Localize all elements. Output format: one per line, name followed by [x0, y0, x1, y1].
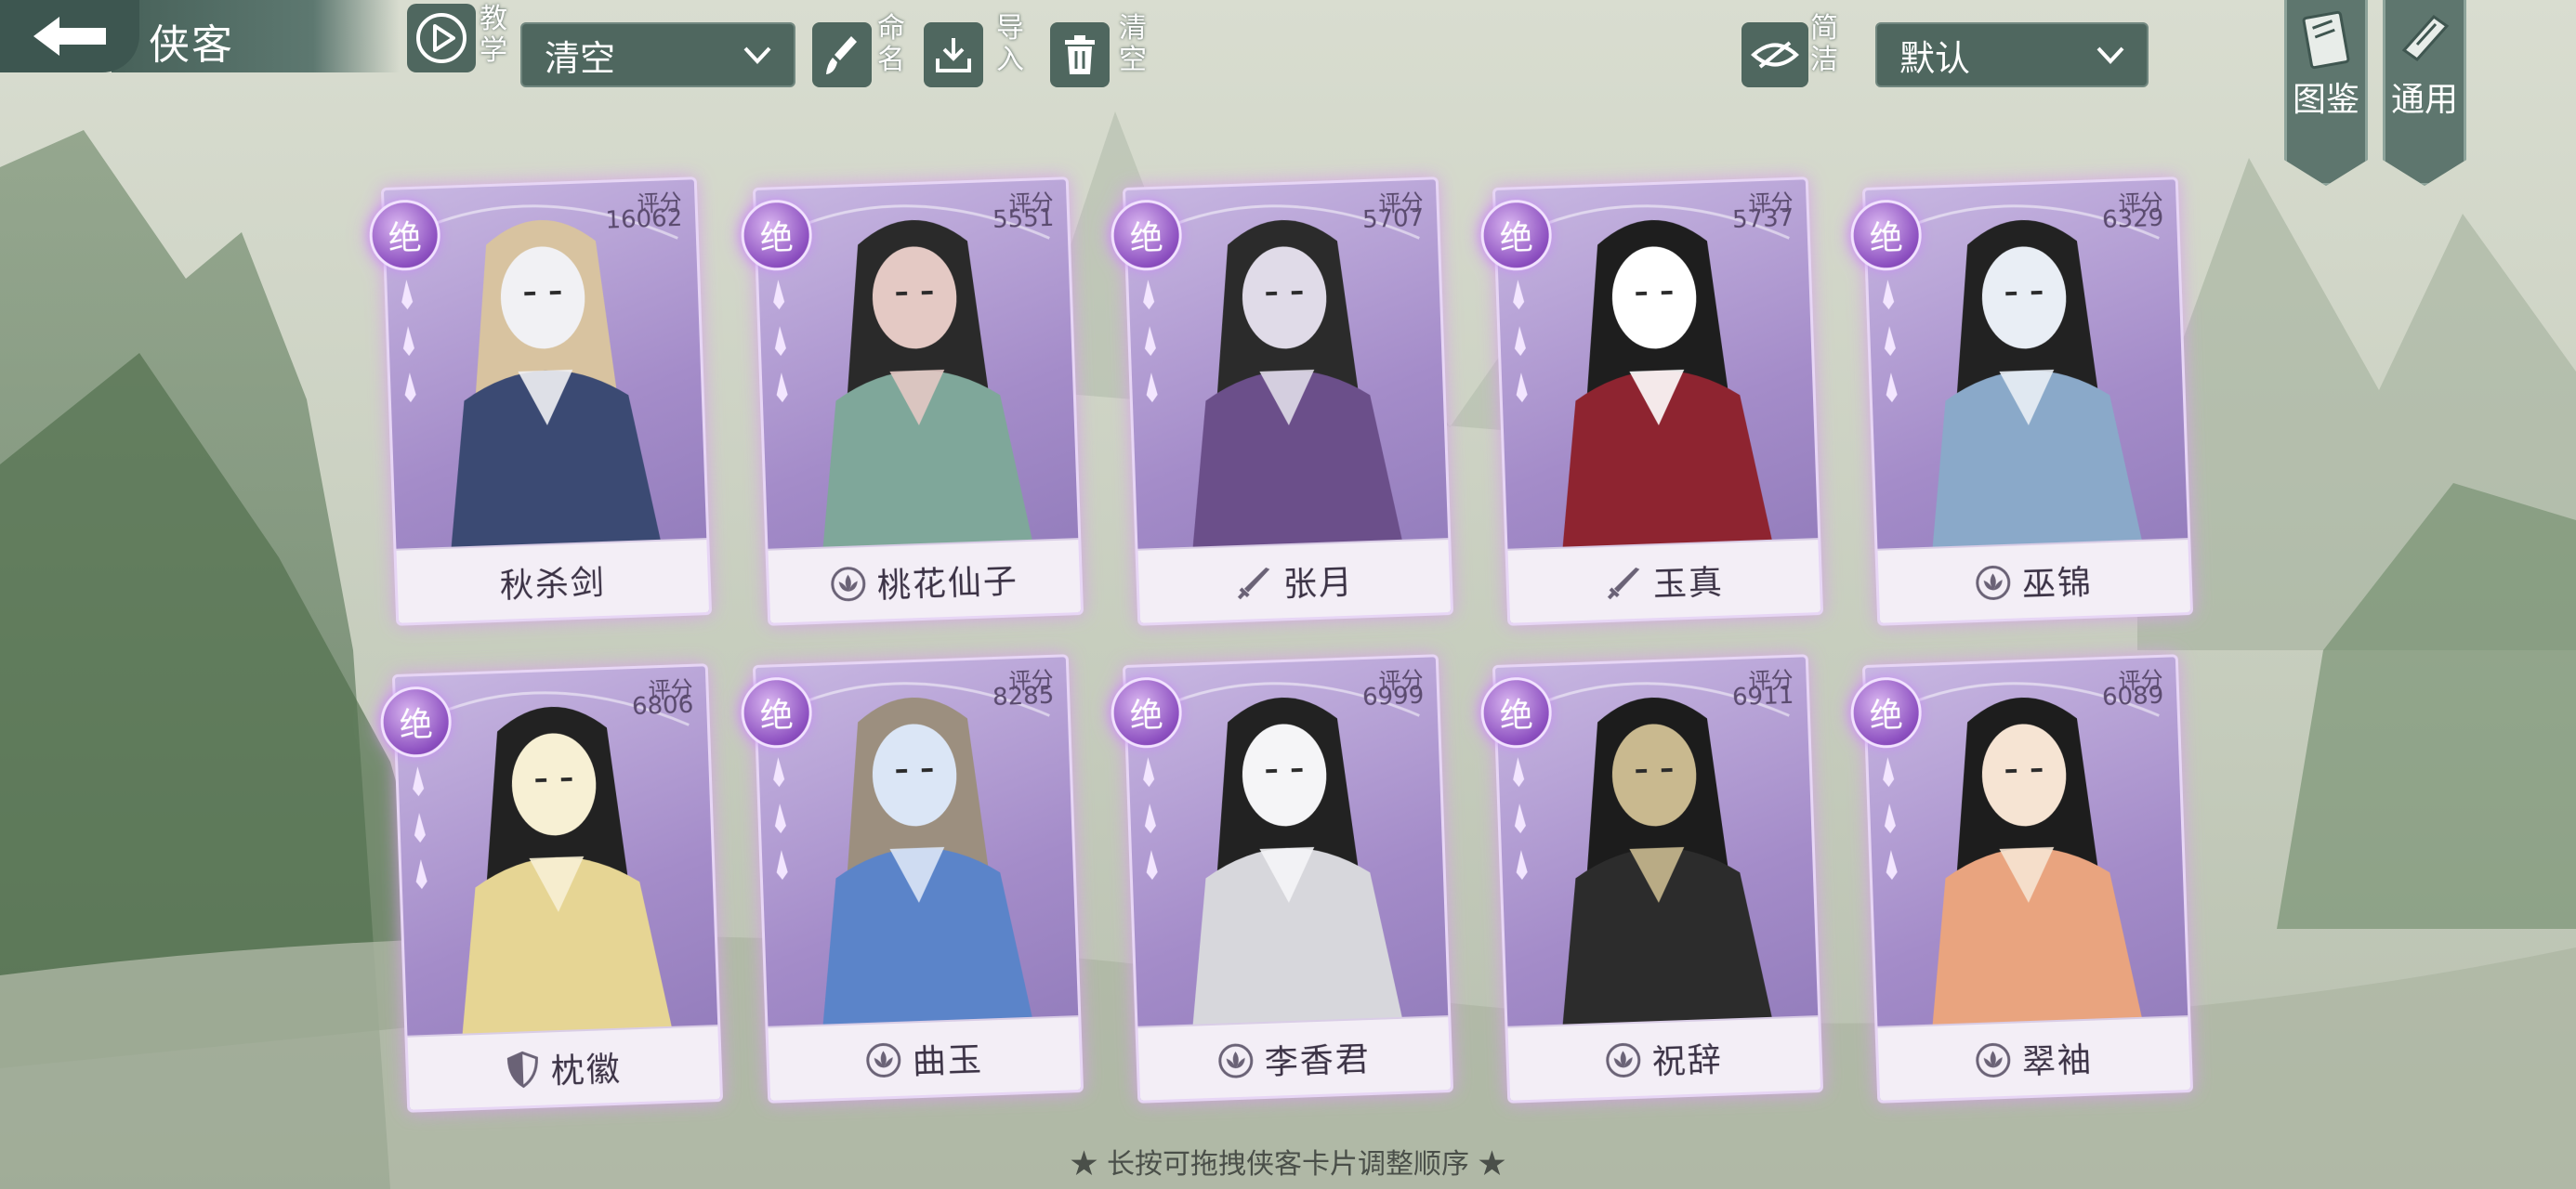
hero-card[interactable]: 祝辞 评分 6911 绝: [1479, 654, 1824, 1104]
back-button[interactable]: [0, 0, 139, 72]
hero-score: 6089: [2101, 681, 2164, 712]
hero-name: 李香君: [1264, 1040, 1372, 1082]
star-icon: [1883, 280, 1898, 403]
hero-card[interactable]: 桃花仙子 评分 5551 绝: [740, 176, 1084, 626]
lotus-icon: [1975, 1042, 2011, 1078]
card-name-bar: 玉真: [1507, 538, 1821, 623]
book-icon: [2302, 10, 2350, 70]
codex-button[interactable]: 图鉴: [2284, 0, 2368, 186]
import-label: 导入: [996, 12, 1024, 76]
preset-select-value: 清空: [545, 37, 616, 79]
page-title: 侠客: [149, 21, 234, 69]
chevron-down-icon: [2096, 46, 2124, 64]
hero-score: 16062: [605, 203, 683, 235]
hero-card[interactable]: 枕徽 评分 6806 绝: [379, 663, 724, 1113]
card-name-bar: 曲玉: [768, 1015, 1082, 1101]
card-name-bar: 翠袖: [1877, 1015, 2191, 1101]
hero-name: 枕徽: [550, 1050, 623, 1091]
hero-score: 5737: [1731, 203, 1794, 235]
card-name-bar: 李香君: [1137, 1015, 1452, 1101]
scroll-icon: [2401, 14, 2450, 62]
star-icon: [413, 766, 427, 890]
star-icon: [1143, 757, 1158, 881]
back-arrow-icon: [33, 17, 106, 56]
brush-icon: [826, 36, 857, 74]
card-name-bar: 枕徽: [407, 1025, 721, 1110]
hero-score: 5707: [1361, 203, 1425, 235]
star-icon: [1513, 757, 1528, 881]
star-icon: [773, 757, 788, 881]
rename-label: 命名: [877, 12, 905, 76]
drag-hint: ★ 长按可拖拽侠客卡片调整顺序 ★: [1070, 1148, 1506, 1181]
codex-label: 图鉴: [2292, 81, 2359, 119]
import-button[interactable]: [924, 22, 983, 87]
hero-name: 张月: [1282, 563, 1355, 605]
hero-score: 8285: [992, 681, 1055, 712]
star-icon: [1143, 280, 1158, 403]
general-button[interactable]: 通用: [2383, 0, 2466, 186]
lotus-icon: [830, 566, 866, 602]
tutorial-label: 教学: [480, 3, 507, 67]
download-icon: [936, 38, 971, 72]
simplify-button[interactable]: [1741, 22, 1808, 87]
hero-card[interactable]: 玉真 评分 5737 绝: [1479, 176, 1824, 626]
card-name-bar: 祝辞: [1507, 1015, 1821, 1101]
star-icon: [401, 280, 416, 403]
star-icon: [1513, 280, 1528, 403]
hero-score: 6806: [631, 690, 694, 722]
clear-button[interactable]: [1050, 22, 1110, 87]
hero-card[interactable]: 曲玉 评分 8285 绝: [740, 654, 1084, 1104]
lotus-icon: [1605, 1042, 1641, 1078]
sort-select-value: 默认: [1899, 37, 1971, 79]
shield-icon: [506, 1051, 540, 1089]
rename-button[interactable]: [812, 22, 872, 87]
hero-name: 秋杀剑: [499, 563, 607, 606]
eye-hidden-icon: [1751, 41, 1799, 69]
sword-icon: [1604, 564, 1642, 602]
hero-name: 祝辞: [1651, 1040, 1724, 1082]
hero-name: 巫锦: [2021, 563, 2094, 605]
hero-score: 5551: [992, 203, 1055, 235]
card-name-bar: 秋杀剑: [396, 538, 710, 623]
simplify-label: 简洁: [1810, 12, 1838, 76]
hero-card[interactable]: 巫锦 评分 6329 绝: [1849, 176, 2194, 626]
general-label: 通用: [2390, 81, 2458, 119]
hero-score: 6329: [2101, 203, 2164, 235]
lotus-icon: [1975, 565, 2011, 601]
chevron-down-icon: [743, 46, 771, 64]
hero-name: 桃花仙子: [876, 562, 1019, 606]
hero-card[interactable]: 秋杀剑 评分 16062 绝: [368, 176, 713, 626]
play-icon: [416, 13, 467, 63]
card-name-bar: 桃花仙子: [768, 538, 1082, 623]
trash-icon: [1065, 35, 1095, 74]
hero-card[interactable]: 李香君 评分 6999 绝: [1110, 654, 1454, 1104]
hero-name: 翠袖: [2021, 1040, 2094, 1082]
hero-card[interactable]: 翠袖 评分 6089 绝: [1849, 654, 2194, 1104]
hero-card[interactable]: 张月 评分 5707 绝: [1110, 176, 1454, 626]
star-icon: [773, 280, 788, 403]
clear-label: 清空: [1119, 12, 1147, 76]
card-name-bar: 巫锦: [1877, 538, 2191, 623]
lotus-icon: [1217, 1042, 1254, 1078]
hero-name: 曲玉: [912, 1040, 984, 1082]
card-name-bar: 张月: [1137, 538, 1452, 623]
hero-name: 玉真: [1652, 563, 1725, 605]
lotus-icon: [865, 1042, 901, 1078]
sort-select[interactable]: 默认: [1875, 22, 2149, 87]
sword-icon: [1234, 564, 1272, 602]
tutorial-button[interactable]: [407, 4, 476, 72]
preset-select[interactable]: 清空: [520, 22, 795, 87]
hero-score: 6911: [1731, 681, 1794, 712]
hero-score: 6999: [1361, 681, 1425, 712]
star-icon: [1883, 757, 1898, 881]
